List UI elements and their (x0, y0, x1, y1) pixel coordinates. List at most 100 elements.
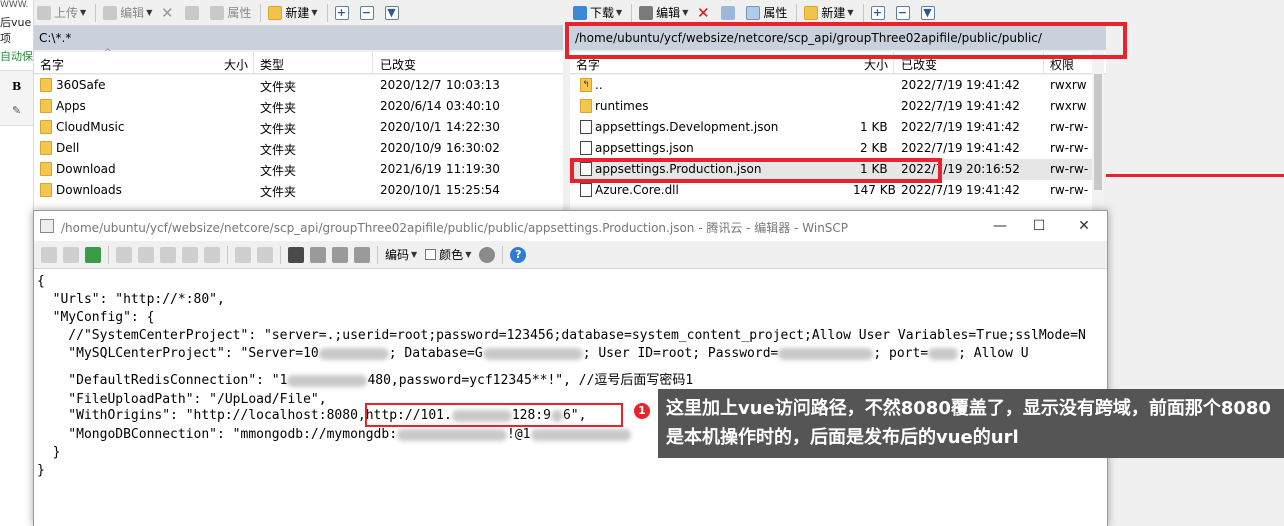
callout-number-badge: 1 (632, 401, 652, 421)
redacted-text (397, 428, 508, 441)
select-plus-button-left[interactable]: + (332, 2, 355, 24)
color-dropdown[interactable]: 颜色 ▼ (422, 244, 474, 266)
strip-text-1: WWW. (0, 0, 29, 10)
undo-icon[interactable] (235, 246, 251, 263)
new-button-left[interactable]: 新建 ▼ (265, 2, 320, 24)
code-line: } (37, 445, 61, 460)
find-icon[interactable] (288, 246, 304, 263)
close-button[interactable]: ✕ (1069, 215, 1099, 237)
file-row[interactable]: Download 文件夹 2021/6/19 11:19:30 (34, 159, 563, 180)
file-type: 文件夹 (260, 164, 297, 178)
redo-icon[interactable] (257, 246, 273, 263)
goto-line-icon[interactable] (354, 246, 370, 263)
scrollbar-thumb[interactable] (1094, 74, 1102, 190)
file-row[interactable]: CloudMusic 文件夹 2020/10/1 14:22:30 (34, 117, 563, 138)
color-checkbox[interactable] (425, 249, 437, 260)
file-date: 2022/7/19 (901, 78, 963, 92)
file-row[interactable]: 360Safe 文件夹 2020/12/7 10:03:13 (34, 75, 563, 96)
left-path-bar[interactable]: C:\*.* (34, 26, 563, 50)
select-all-icon[interactable] (204, 246, 220, 263)
code-segment: "MySQLCenterProject": "Server=10 (37, 346, 319, 361)
file-row[interactable]: Azure.Core.dll 147 KB 2022/7/19 19:41:42 rw-… (570, 180, 1092, 201)
select-minus-button-left[interactable]: − (357, 2, 380, 24)
file-row[interactable]: appsettings.json 2 KB 2022/7/19 19:41:42 rw-… (570, 138, 1092, 159)
new-button-right[interactable]: 新建 ▼ (801, 2, 856, 24)
code-segment: ; Database=G (388, 346, 483, 361)
file-row[interactable]: Downloads 文件夹 2020/10/1 15:25:54 (34, 180, 563, 201)
file-row[interactable]: Dell 文件夹 2020/10/9 16:30:02 (34, 138, 563, 159)
file-time: 19:41:42 (966, 99, 1020, 113)
delete-button-right[interactable]: ✕ (693, 2, 716, 24)
strip-text-2: 后vue项 (0, 16, 32, 45)
screenshot-stage: WWW. 后vue项 自动保 B ✎ 上传 ▼ 编辑 ▼ ✕ 属性 新建 ▼ + − … (0, 0, 1284, 526)
delete-button-left[interactable]: ✕ (157, 2, 180, 24)
parent-dir-icon: ↰ (580, 78, 592, 92)
code-line: "Urls": "http://*:80", (37, 292, 225, 307)
upload-button[interactable]: 上传 ▼ (34, 2, 89, 24)
file-name: Apps (56, 99, 86, 113)
filter-button-left[interactable]: ▼ (382, 2, 405, 24)
strip-toolbar (0, 70, 33, 126)
file-time: 20:16:52 (966, 162, 1020, 176)
select-plus-button-right[interactable]: + (868, 2, 891, 24)
code-segment: 480,password=ycf12345**!", //逗号后面写密码1 (367, 373, 694, 388)
file-name: Download (56, 162, 116, 176)
editor-window: /home/ubuntu/ycf/websize/netcore/scp_api… (33, 210, 1108, 526)
file-time: 03:40:10 (446, 99, 500, 113)
annotation-line (1106, 174, 1284, 177)
file-time: 19:41:42 (966, 120, 1020, 134)
save-all-icon[interactable] (63, 246, 79, 263)
edit-button-left[interactable]: 编辑 ▼ (100, 2, 155, 24)
file-name: appsettings.Development.json (595, 120, 779, 134)
file-row[interactable]: ↰.. 2022/7/19 19:41:42 rwxrw (570, 75, 1092, 96)
redacted-text (287, 374, 368, 387)
edit-icon (103, 5, 118, 20)
cut-icon[interactable] (138, 246, 154, 263)
col-type[interactable]: 类型 (260, 56, 284, 73)
file-row[interactable]: Apps 文件夹 2020/6/14 03:40:10 (34, 96, 563, 117)
file-date: 2020/10/9 (380, 141, 442, 155)
code-segment: "DefaultRedisConnection": "1 (37, 373, 288, 388)
encoding-dropdown[interactable]: 编码 ▼ (382, 244, 420, 266)
col-size[interactable]: 大小 (224, 56, 248, 73)
filter-button-right[interactable]: ▼ (918, 2, 941, 24)
file-row[interactable]: appsettings.Development.json 1 KB 2022/7/1… (570, 117, 1092, 138)
bold-button[interactable]: B (12, 80, 21, 93)
code-line-mysql: "MySQLCenterProject": "Server=10 ; Databa… (37, 346, 1028, 361)
paste-icon[interactable] (160, 246, 176, 263)
col-name[interactable]: 名字 (40, 56, 64, 73)
rename-button-right[interactable] (718, 2, 741, 24)
help-icon[interactable]: ? (510, 246, 527, 263)
edit-button-right[interactable]: 编辑 ▼ (636, 2, 691, 24)
right-scrollbar[interactable] (1092, 52, 1104, 210)
properties-label: 属性 (763, 6, 788, 20)
select-minus-button-right[interactable]: − (893, 2, 916, 24)
file-time: 10:03:13 (446, 78, 500, 92)
file-size: 2 KB (860, 141, 888, 155)
col-modified[interactable]: 已改变 (380, 56, 416, 73)
settings-gear-icon[interactable] (479, 246, 496, 263)
redacted-text (928, 347, 959, 360)
copy-icon[interactable] (116, 246, 132, 263)
file-icon (580, 141, 592, 155)
rename-button-left[interactable] (182, 2, 205, 24)
edit-icon: ✎ (12, 104, 22, 117)
replace-icon[interactable] (310, 246, 326, 263)
file-date: 2020/10/1 (380, 120, 442, 134)
file-time: 15:25:54 (446, 183, 500, 197)
minimize-button[interactable]: — (985, 215, 1015, 237)
properties-button-right[interactable]: 属性 (743, 2, 790, 24)
find-next-icon[interactable] (332, 246, 348, 263)
file-icon (580, 183, 592, 197)
properties-button-left[interactable]: 属性 (207, 2, 254, 24)
delete-icon[interactable] (182, 246, 198, 263)
save-icon[interactable] (41, 246, 57, 263)
file-name: Downloads (56, 183, 122, 197)
file-perms: rw-rw- (1050, 183, 1089, 197)
code-line: //"SystemCenterProject": "server=.;useri… (37, 328, 1086, 343)
download-button[interactable]: 下载 ▼ (570, 2, 625, 24)
maximize-button[interactable]: ☐ (1024, 215, 1054, 237)
plus-icon: + (870, 5, 885, 20)
file-row[interactable]: runtimes 2022/7/19 19:41:42 rwxrw (570, 96, 1092, 117)
reload-icon[interactable] (85, 246, 101, 263)
